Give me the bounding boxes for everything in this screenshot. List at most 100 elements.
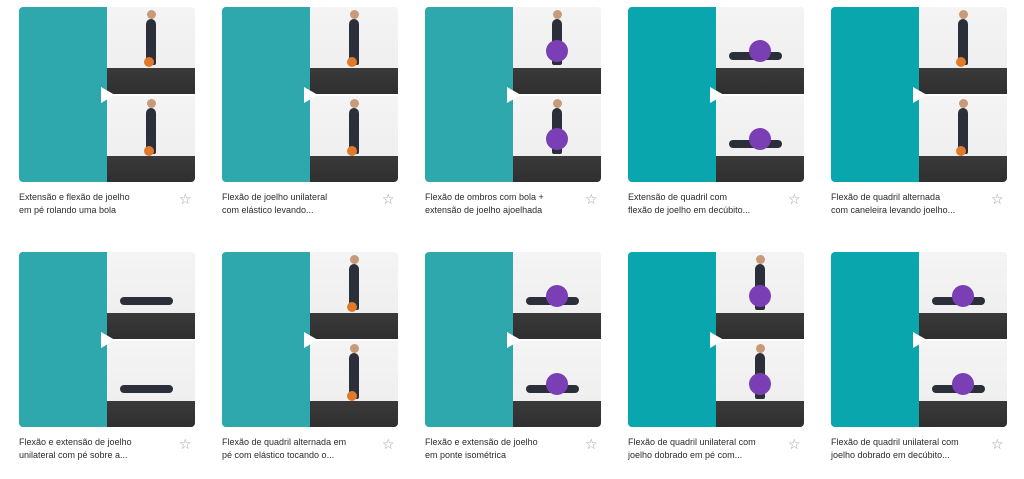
thumbnail-color-band bbox=[628, 7, 716, 182]
exercise-title-line: unilateral com pé sobre a... bbox=[19, 450, 128, 460]
exercise-photo-start bbox=[310, 252, 398, 339]
exercise-title-line: Extensão de quadril com bbox=[628, 192, 728, 202]
exercise-title[interactable]: Flexão e extensão de joelho em ponte isom… bbox=[425, 436, 573, 462]
exercise-photo-end bbox=[919, 95, 1007, 182]
thumbnail-color-band bbox=[831, 252, 919, 427]
exercise-title[interactable]: Extensão e flexão de joelho em pé rolando… bbox=[19, 191, 167, 217]
exercise-title-line: Flexão de joelho unilateral bbox=[222, 192, 328, 202]
thumbnail-photos bbox=[919, 7, 1007, 182]
exercise-card[interactable]: Flexão de quadril alternada em pé com elá… bbox=[222, 252, 398, 462]
thumbnail-color-band bbox=[628, 252, 716, 427]
exercise-title-line: Flexão e extensão de joelho bbox=[19, 437, 132, 447]
thumbnail-photos bbox=[310, 252, 398, 427]
exercise-thumbnail[interactable] bbox=[425, 252, 601, 427]
star-outline-icon[interactable]: ☆ bbox=[382, 192, 396, 206]
exercise-title-line: pé com elástico tocando o... bbox=[222, 450, 335, 460]
exercise-title-line: Flexão e extensão de joelho bbox=[425, 437, 538, 447]
thumbnail-color-band bbox=[222, 7, 310, 182]
thumbnail-color-band bbox=[425, 7, 513, 182]
exercise-card[interactable]: Flexão de joelho unilateral com elástico … bbox=[222, 7, 398, 217]
thumbnail-photos bbox=[716, 7, 804, 182]
exercise-title[interactable]: Flexão de joelho unilateral com elástico … bbox=[222, 191, 370, 217]
exercise-title-line: Flexão de ombros com bola + bbox=[425, 192, 544, 202]
exercise-title-line: joelho dobrado em decúbito... bbox=[831, 450, 950, 460]
play-icon[interactable] bbox=[101, 332, 115, 348]
exercise-photo-start bbox=[310, 7, 398, 94]
exercise-title-line: Flexão de quadril alternada bbox=[831, 192, 941, 202]
exercise-title-line: extensão de joelho ajoelhada bbox=[425, 205, 543, 215]
exercise-card[interactable]: Flexão de ombros com bola + extensão de j… bbox=[425, 7, 601, 217]
exercise-photo-start bbox=[716, 7, 804, 94]
exercise-title-line: joelho dobrado em pé com... bbox=[628, 450, 743, 460]
star-outline-icon[interactable]: ☆ bbox=[179, 192, 193, 206]
exercise-grid: Extensão e flexão de joelho em pé rolando… bbox=[0, 0, 1024, 479]
exercise-thumbnail[interactable] bbox=[831, 7, 1007, 182]
exercise-title-line: com elástico levando... bbox=[222, 205, 314, 215]
star-outline-icon[interactable]: ☆ bbox=[585, 437, 599, 451]
play-icon[interactable] bbox=[710, 87, 724, 103]
exercise-title[interactable]: Flexão de quadril alternada com caneleira… bbox=[831, 191, 979, 217]
exercise-photo-end bbox=[716, 340, 804, 427]
exercise-card[interactable]: Flexão de quadril unilateral com joelho d… bbox=[628, 252, 804, 462]
exercise-thumbnail[interactable] bbox=[831, 252, 1007, 427]
exercise-thumbnail[interactable] bbox=[222, 252, 398, 427]
exercise-photo-start bbox=[919, 7, 1007, 94]
thumbnail-color-band bbox=[222, 252, 310, 427]
exercise-title[interactable]: Extensão de quadril com flexão de joelho … bbox=[628, 191, 776, 217]
play-icon[interactable] bbox=[710, 332, 724, 348]
exercise-thumbnail[interactable] bbox=[19, 7, 195, 182]
exercise-title-line: em ponte isométrica bbox=[425, 450, 507, 460]
exercise-title-line: Flexão de quadril unilateral com bbox=[628, 437, 756, 447]
exercise-title-line: flexão de joelho em decúbito... bbox=[628, 205, 751, 215]
thumbnail-photos bbox=[107, 7, 195, 182]
play-icon[interactable] bbox=[101, 87, 115, 103]
play-icon[interactable] bbox=[304, 87, 318, 103]
exercise-photo-start bbox=[513, 252, 601, 339]
exercise-card[interactable]: Extensão e flexão de joelho em pé rolando… bbox=[19, 7, 195, 217]
exercise-card[interactable]: Flexão de quadril unilateral com joelho d… bbox=[831, 252, 1007, 462]
exercise-photo-start bbox=[919, 252, 1007, 339]
exercise-card[interactable]: Extensão de quadril com flexão de joelho … bbox=[628, 7, 804, 217]
thumbnail-color-band bbox=[19, 252, 107, 427]
exercise-title[interactable]: Flexão de quadril unilateral com joelho d… bbox=[628, 436, 776, 462]
exercise-photo-end bbox=[716, 95, 804, 182]
exercise-title-line: em pé rolando uma bola bbox=[19, 205, 117, 215]
exercise-thumbnail[interactable] bbox=[19, 252, 195, 427]
star-outline-icon[interactable]: ☆ bbox=[585, 192, 599, 206]
exercise-photo-end bbox=[310, 95, 398, 182]
exercise-thumbnail[interactable] bbox=[425, 7, 601, 182]
exercise-card[interactable]: Flexão e extensão de joelho em ponte isom… bbox=[425, 252, 601, 462]
exercise-photo-end bbox=[107, 340, 195, 427]
exercise-card[interactable]: Flexão e extensão de joelho unilateral co… bbox=[19, 252, 195, 462]
exercise-photo-end bbox=[513, 95, 601, 182]
exercise-title-line: Flexão de quadril unilateral com bbox=[831, 437, 959, 447]
exercise-photo-end bbox=[310, 340, 398, 427]
star-outline-icon[interactable]: ☆ bbox=[382, 437, 396, 451]
thumbnail-photos bbox=[107, 252, 195, 427]
exercise-photo-start bbox=[513, 7, 601, 94]
thumbnail-color-band bbox=[831, 7, 919, 182]
thumbnail-photos bbox=[310, 7, 398, 182]
star-outline-icon[interactable]: ☆ bbox=[179, 437, 193, 451]
star-outline-icon[interactable]: ☆ bbox=[991, 192, 1005, 206]
exercise-photo-start bbox=[107, 252, 195, 339]
star-outline-icon[interactable]: ☆ bbox=[788, 192, 802, 206]
play-icon[interactable] bbox=[304, 332, 318, 348]
exercise-title[interactable]: Flexão de quadril alternada em pé com elá… bbox=[222, 436, 370, 462]
exercise-photo-end bbox=[513, 340, 601, 427]
play-icon[interactable] bbox=[913, 332, 927, 348]
play-icon[interactable] bbox=[507, 87, 521, 103]
exercise-title-line: com caneleira levando joelho... bbox=[831, 205, 956, 215]
exercise-title[interactable]: Flexão e extensão de joelho unilateral co… bbox=[19, 436, 167, 462]
exercise-thumbnail[interactable] bbox=[628, 252, 804, 427]
play-icon[interactable] bbox=[507, 332, 521, 348]
exercise-card[interactable]: Flexão de quadril alternada com caneleira… bbox=[831, 7, 1007, 217]
exercise-thumbnail[interactable] bbox=[628, 7, 804, 182]
thumbnail-color-band bbox=[19, 7, 107, 182]
star-outline-icon[interactable]: ☆ bbox=[991, 437, 1005, 451]
star-outline-icon[interactable]: ☆ bbox=[788, 437, 802, 451]
exercise-title[interactable]: Flexão de quadril unilateral com joelho d… bbox=[831, 436, 979, 462]
exercise-title[interactable]: Flexão de ombros com bola + extensão de j… bbox=[425, 191, 573, 217]
exercise-thumbnail[interactable] bbox=[222, 7, 398, 182]
play-icon[interactable] bbox=[913, 87, 927, 103]
